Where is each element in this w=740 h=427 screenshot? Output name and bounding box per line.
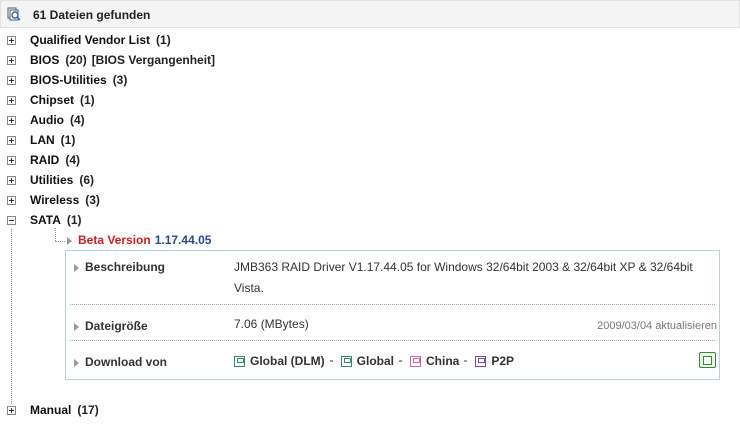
category-item[interactable]: BIOS-Utilities (3) (7, 71, 127, 89)
category-count: (17) (77, 403, 99, 417)
category-count: (20) (65, 53, 87, 67)
download-label: Download von (74, 355, 167, 369)
category-count: (1) (66, 213, 82, 227)
category-count: (1) (156, 33, 171, 47)
arrow-right-icon (74, 358, 79, 367)
tree-connector (55, 228, 56, 241)
arrow-right-icon (67, 236, 72, 245)
search-files-icon (7, 7, 21, 21)
category-label: SATA (30, 213, 61, 227)
expand-icon[interactable] (7, 405, 16, 415)
save-icon[interactable] (699, 352, 716, 368)
category-label: Chipset (30, 93, 75, 107)
download-mirror-link[interactable]: Global (DLM) (250, 354, 325, 368)
expand-icon[interactable] (7, 35, 16, 45)
download-mirrors: Global (DLM) Global China P2P (234, 354, 514, 368)
tree-connector (11, 229, 12, 404)
download-mirror-link[interactable]: China (426, 354, 459, 368)
expand-icon[interactable] (7, 195, 16, 205)
category-label: Wireless (30, 193, 80, 207)
description-value: JMB363 RAID Driver V1.17.44.05 for Windo… (234, 260, 693, 295)
results-count-title: 61 Dateien gefunden (33, 8, 151, 22)
category-item[interactable]: RAID (4) (7, 151, 80, 169)
size-label: Dateigröße (74, 319, 148, 333)
category-label: Audio (30, 113, 64, 127)
category-label: BIOS (30, 53, 60, 67)
disk-icon (410, 355, 421, 367)
description-label: Beschreibung (74, 260, 165, 274)
version-number: 1.17.44.05 (154, 233, 212, 247)
category-item[interactable]: Qualified Vendor List (1) (7, 31, 171, 49)
category-label: LAN (30, 133, 55, 147)
category-item[interactable]: LAN (1) (7, 131, 75, 149)
expand-icon[interactable] (7, 135, 16, 145)
category-count: (1) (60, 133, 76, 147)
category-item[interactable]: BIOS (20) [BIOS Vergangenheit] (7, 51, 215, 69)
category-item[interactable]: Utilities (6) (7, 171, 94, 189)
category-label: RAID (30, 153, 60, 167)
category-count: (1) (80, 93, 95, 107)
expand-icon[interactable] (7, 155, 16, 165)
download-mirror-link[interactable]: P2P (491, 354, 514, 368)
expand-icon[interactable] (7, 75, 16, 85)
beta-label: Beta Version (78, 233, 151, 247)
separator (464, 360, 468, 362)
update-date: 2009/03/04 aktualisieren (597, 320, 717, 332)
category-count: (6) (79, 173, 95, 187)
results-header: 61 Dateien gefunden (0, 0, 740, 28)
divider (70, 304, 715, 305)
separator (399, 360, 402, 362)
category-item[interactable]: SATA (1) (7, 211, 82, 229)
file-details-panel: Beschreibung JMB363 RAID Driver V1.17.44… (65, 250, 720, 380)
expand-icon[interactable] (7, 175, 16, 185)
bios-history-link[interactable]: [BIOS Vergangenheit] (92, 53, 215, 67)
collapse-icon[interactable] (7, 215, 16, 225)
tree-connector (55, 241, 65, 242)
category-label: Manual (30, 403, 72, 417)
arrow-right-icon (74, 322, 79, 331)
disk-icon (234, 355, 245, 367)
expand-icon[interactable] (7, 115, 16, 125)
category-label: Qualified Vendor List (30, 33, 151, 47)
separator (329, 360, 333, 362)
category-label: BIOS-Utilities (30, 73, 107, 87)
category-count: (3) (85, 193, 100, 207)
divider (70, 340, 715, 341)
file-version-link[interactable]: Beta Version 1.17.44.05 (67, 233, 211, 247)
category-label: Utilities (30, 173, 74, 187)
arrow-right-icon (74, 263, 79, 272)
category-count: (4) (65, 153, 81, 167)
download-mirror-link[interactable]: Global (357, 354, 394, 368)
category-item[interactable]: Wireless (3) (7, 191, 100, 209)
category-item[interactable]: Chipset (1) (7, 91, 95, 109)
category-count: (4) (70, 113, 85, 127)
disk-icon (475, 355, 487, 367)
disk-icon (340, 355, 352, 367)
category-item[interactable]: Manual (17) (7, 401, 99, 419)
category-item[interactable]: Audio (4) (7, 111, 85, 129)
category-count: (3) (112, 73, 128, 87)
expand-icon[interactable] (7, 95, 16, 105)
expand-icon[interactable] (7, 55, 16, 65)
size-value: 7.06 (MBytes) (234, 317, 309, 331)
